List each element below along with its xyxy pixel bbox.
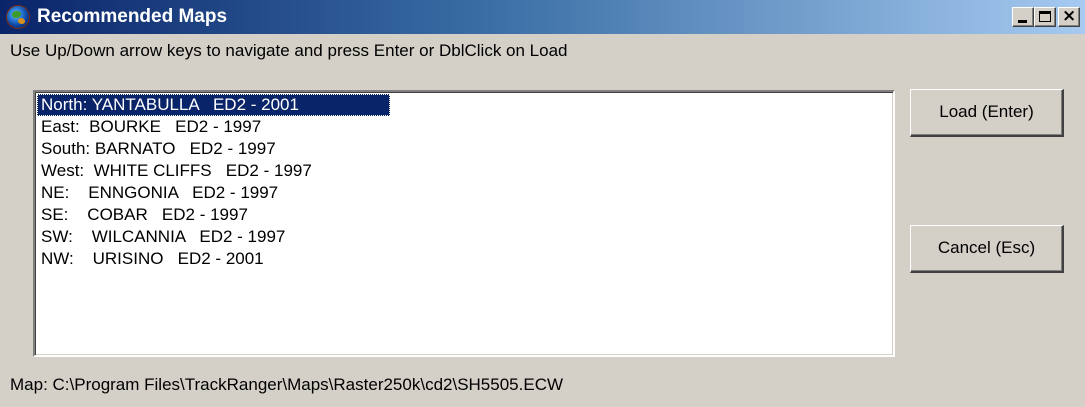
close-button[interactable]: × bbox=[1058, 6, 1080, 27]
globe-land-mark bbox=[12, 11, 21, 18]
instruction-text: Use Up/Down arrow keys to navigate and p… bbox=[10, 41, 568, 60]
map-path-label: Map: C:\Program Files\TrackRanger\Maps\R… bbox=[10, 375, 564, 394]
list-item[interactable]: West: WHITE CLIFFS ED2 - 1997 bbox=[37, 160, 891, 182]
list-item[interactable]: SE: COBAR ED2 - 1997 bbox=[37, 204, 891, 226]
list-item[interactable]: East: BOURKE ED2 - 1997 bbox=[37, 116, 891, 138]
list-item[interactable]: SW: WILCANNIA ED2 - 1997 bbox=[37, 226, 891, 248]
title-bar[interactable]: Recommended Maps × bbox=[0, 0, 1085, 34]
globe-icon[interactable] bbox=[6, 5, 30, 29]
list-item[interactable]: South: BARNATO ED2 - 1997 bbox=[37, 138, 891, 160]
close-icon: × bbox=[1062, 6, 1077, 26]
list-item[interactable]: North: YANTABULLA ED2 - 2001 bbox=[37, 94, 390, 116]
list-item[interactable]: NE: ENNGONIA ED2 - 1997 bbox=[37, 182, 891, 204]
window-title: Recommended Maps bbox=[37, 6, 228, 27]
maximize-button[interactable] bbox=[1034, 7, 1056, 27]
minimize-button[interactable] bbox=[1012, 7, 1034, 27]
maximize-icon bbox=[1039, 11, 1051, 22]
list-item[interactable]: NW: URISINO ED2 - 2001 bbox=[37, 248, 891, 270]
minimize-icon bbox=[1018, 20, 1027, 23]
maps-listbox[interactable]: North: YANTABULLA ED2 - 2001 East: BOURKE… bbox=[33, 90, 895, 357]
recommended-maps-dialog: Recommended Maps × Use Up/Down arrow key… bbox=[0, 0, 1085, 407]
globe-land-mark bbox=[18, 18, 25, 24]
load-button[interactable]: Load (Enter) bbox=[910, 89, 1064, 137]
cancel-button[interactable]: Cancel (Esc) bbox=[910, 225, 1064, 273]
